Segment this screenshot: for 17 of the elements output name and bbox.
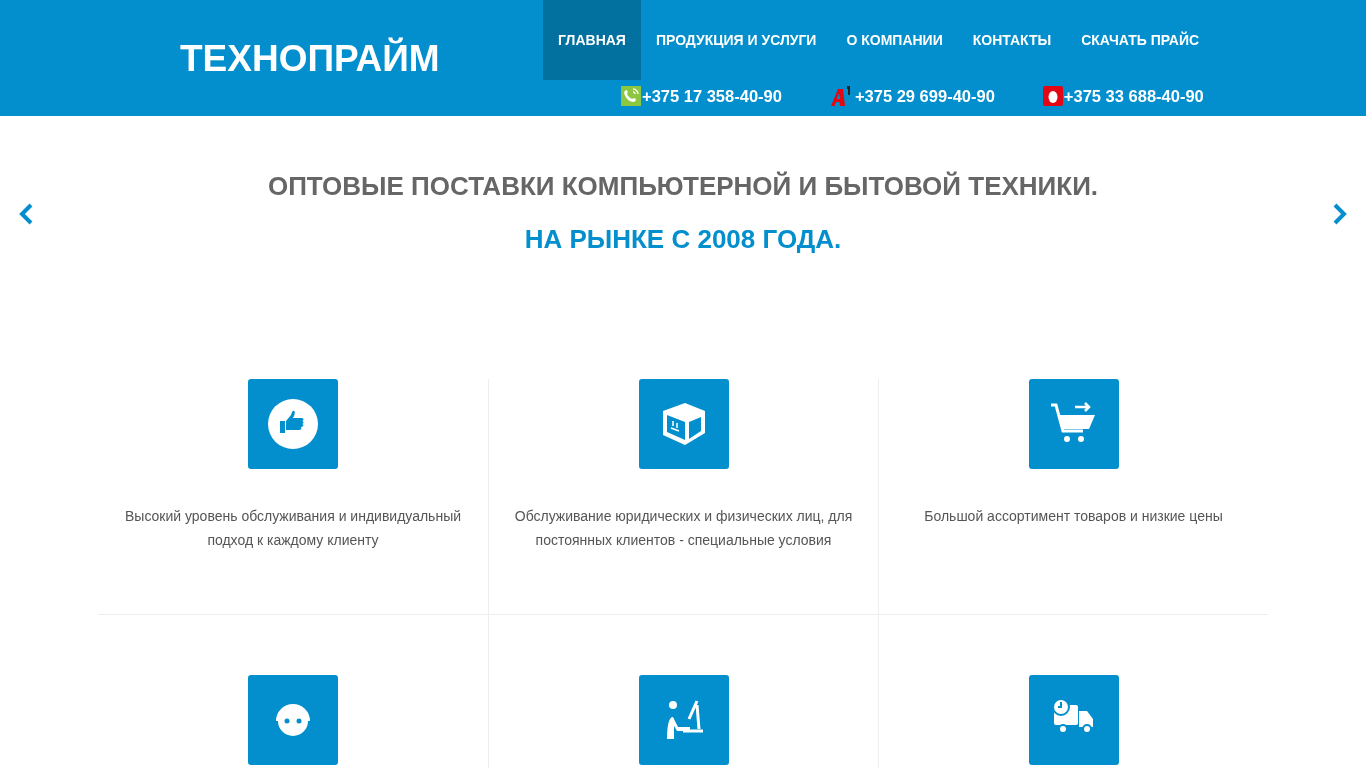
slide-subline: НА РЫНКЕ С 2008 ГОДА. xyxy=(523,224,843,256)
feature-description: Большой ассортимент товаров и низкие цены xyxy=(923,507,1224,527)
egg-logo-icon xyxy=(1042,86,1063,107)
site-logo[interactable]: ТЕХНОПРАЙМ xyxy=(0,0,543,116)
nav-link[interactable]: О КОМПАНИИ xyxy=(831,0,958,80)
nav-link[interactable]: ПРОДУКЦИЯ И УСЛУГИ xyxy=(640,0,832,80)
nav-link[interactable]: КОНТАКТЫ xyxy=(957,0,1067,80)
thumbs-up-icon xyxy=(267,399,319,450)
slide-headline: ОПТОВЫЕ ПОСТАВКИ КОМПЬЮТЕРНОЙ И БЫТОВОЙ ТЕХНИКИ. xyxy=(267,171,1099,203)
phone-link[interactable]: +375 33 688-40-90 xyxy=(1063,84,1204,109)
nav-link[interactable]: ГЛАВНАЯ xyxy=(543,0,641,80)
nav-link[interactable]: СКАЧАТЬ ПРАЙС xyxy=(1066,0,1215,80)
feature-description: Высокий уровень обслуживания и индивидуальный подход к каждому клиенту xyxy=(124,507,462,551)
phone-link[interactable]: +375 17 358-40-90 xyxy=(642,84,782,109)
landline-phone-icon xyxy=(621,86,641,107)
feature-description: Обслуживание юридических и физических лиц, для постоянных клиентов - специальные условия xyxy=(513,507,854,551)
phone-link[interactable]: +375 29 699-40-90 xyxy=(854,84,995,109)
